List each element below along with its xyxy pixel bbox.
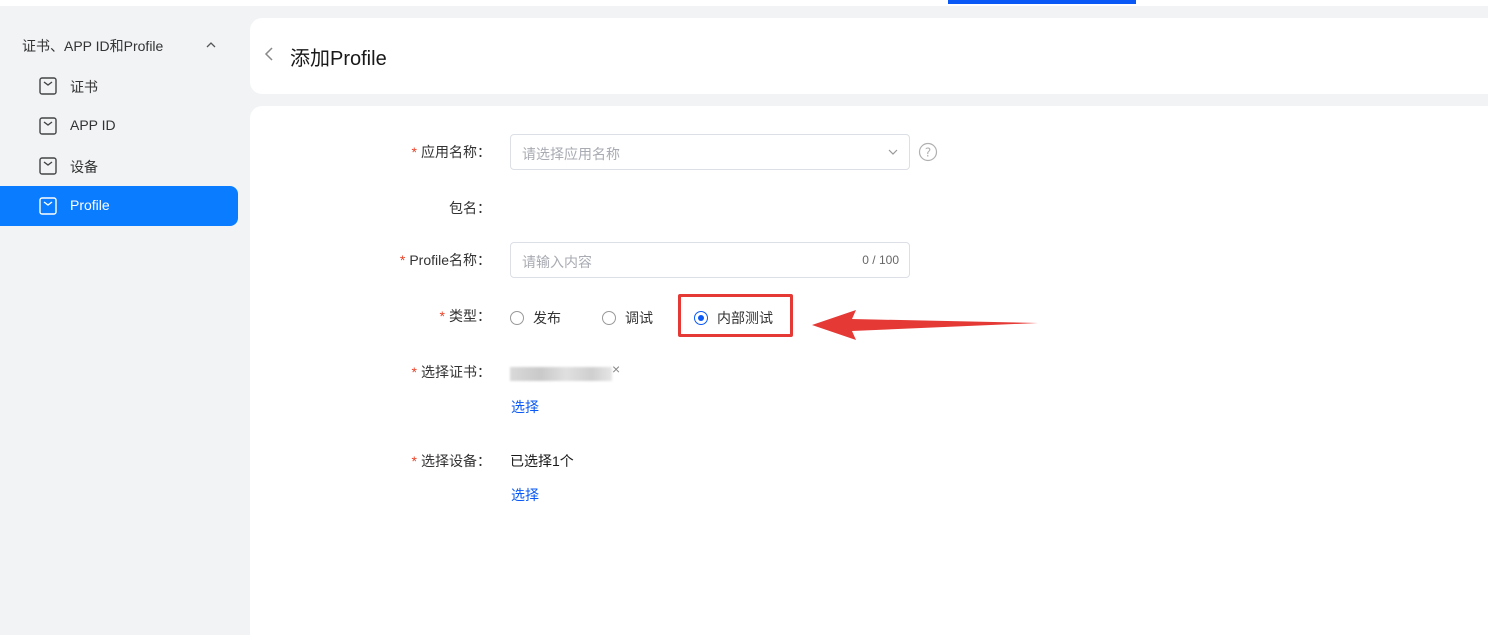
sidebar-item-label: Profile [70,197,110,213]
redacted-certificate-name [510,367,612,381]
annotation-highlight-box [678,294,793,337]
help-icon[interactable]: ? [918,142,938,162]
chevron-up-icon [206,42,216,48]
sidebar-item-profile[interactable]: Profile [0,186,238,226]
radio-release[interactable]: 发布 [510,308,561,328]
profile-name-label: * Profile名称： [399,252,491,268]
chevron-down-icon [888,149,898,155]
required-mark: * [439,308,445,324]
sidebar-item-label: 设备 [70,159,98,175]
radio-circle [602,311,616,325]
package-name-label: 包名： [449,200,491,216]
sidebar-group-certs[interactable]: 证书、APP ID和Profile [22,36,222,56]
app-name-select[interactable]: 请选择应用名称 [510,134,910,170]
page-title: 添加Profile [290,48,387,70]
certificate-label: * 选择证书： [411,364,491,380]
char-counter: 0 / 100 [862,253,899,267]
devices-selected-count: 已选择1个 [510,453,574,469]
profile-icon [39,197,57,215]
radio-label: 调试 [625,310,653,326]
annotation-arrow-icon [812,310,1038,340]
radio-circle [510,311,524,325]
selected-certificate [510,367,612,381]
type-label: * 类型： [439,308,491,324]
sidebar-item-app-id[interactable]: APP ID [0,106,238,146]
radio-label: 发布 [533,310,561,326]
sidebar-item-label: APP ID [70,117,116,133]
page-header: 添加Profile [250,18,1488,94]
app-id-icon [39,117,57,135]
radio-debug[interactable]: 调试 [602,308,653,328]
required-mark: * [399,252,406,268]
app-name-placeholder: 请选择应用名称 [522,146,620,162]
devices-label: * 选择设备： [411,453,491,469]
device-icon [39,157,57,175]
sidebar-item-certificate[interactable]: 证书 [0,66,238,106]
required-mark: * [411,453,417,469]
select-certificate-link[interactable]: 选择 [511,397,539,417]
select-devices-link[interactable]: 选择 [511,485,539,505]
certificate-icon [39,77,57,95]
sidebar: 证书、APP ID和Profile 证书 APP ID 设备 Profile [0,6,238,635]
svg-text:?: ? [925,146,931,160]
sidebar-group-label: 证书、APP ID和Profile [22,38,164,54]
profile-form: * 应用名称： 请选择应用名称 ? 包名： * Profile名称： 请输入内容 0… [250,106,1488,635]
sidebar-item-label: 证书 [70,79,98,95]
back-arrow-icon[interactable] [262,44,276,64]
top-tab-indicator [948,0,1136,4]
required-mark: * [411,144,417,160]
required-mark: * [411,364,417,380]
profile-name-placeholder: 请输入内容 [522,254,592,270]
remove-certificate-button[interactable]: × [612,361,624,381]
app-name-label: * 应用名称： [411,144,491,160]
sidebar-item-devices[interactable]: 设备 [0,146,238,186]
profile-name-input[interactable]: 请输入内容 0 / 100 [510,242,910,278]
